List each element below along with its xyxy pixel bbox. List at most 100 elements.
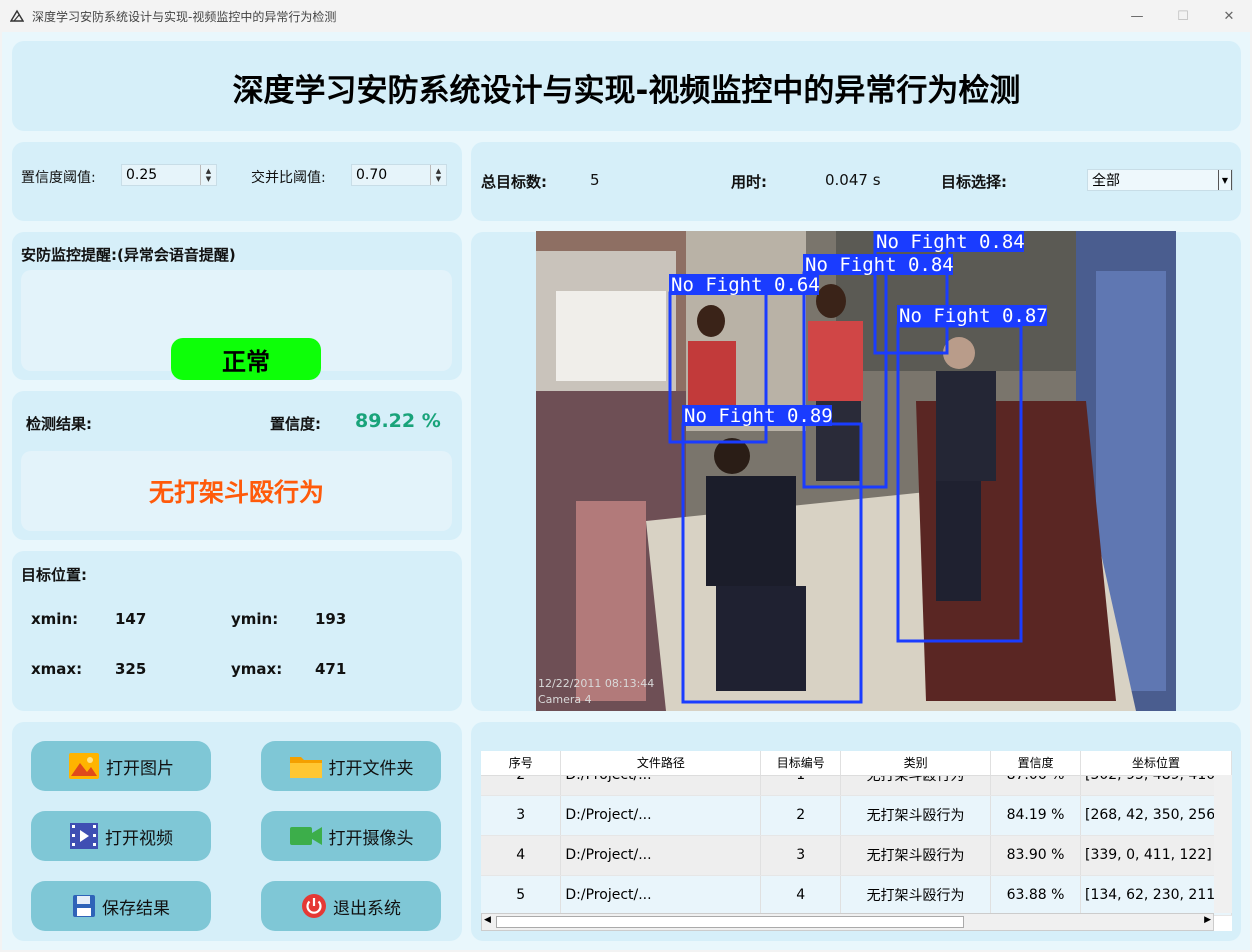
window-title: 深度学习安防系统设计与实现-视频监控中的异常行为检测 — [32, 9, 337, 24]
cell-target-id: 3 — [760, 835, 842, 876]
image-icon — [69, 753, 99, 779]
col-header-index[interactable]: 序号 — [481, 751, 562, 776]
cell-confidence: 83.90 % — [990, 835, 1081, 876]
exit-button[interactable]: 退出系统 — [261, 881, 441, 931]
spin-arrows-icon[interactable]: ▲ ▼ — [200, 165, 216, 185]
col-header-confidence[interactable]: 置信度 — [990, 751, 1082, 776]
image-timestamp: 12/22/2011 08:13:44 — [538, 677, 654, 690]
col-header-target-id[interactable]: 目标编号 — [760, 751, 842, 776]
header-panel: 深度学习安防系统设计与实现-视频监控中的异常行为检测 — [12, 41, 1241, 131]
iou-threshold-spinbox[interactable]: 0.70 ▲ ▼ — [351, 164, 447, 186]
ymin-value: 193 — [315, 610, 347, 628]
page-title: 深度学习安防系统设计与实现-视频监控中的异常行为检测 — [232, 73, 1021, 109]
detection-label: No Fight 0.84 — [805, 254, 954, 276]
open-image-button[interactable]: 打开图片 — [31, 741, 211, 791]
video-icon — [70, 823, 98, 849]
position-panel: 目标位置: xmin: 147 ymin: 193 xmax: 325 ymax… — [12, 551, 462, 711]
total-targets-label: 总目标数: — [481, 173, 547, 191]
detection-label: No Fight 0.64 — [671, 274, 820, 296]
ymin-label: ymin: — [231, 610, 279, 628]
result-label: 检测结果: — [26, 415, 92, 433]
table-body: 2 D:/Project/... 1 无打架斗殴行为 87.06 % [502,… — [481, 755, 1232, 916]
save-button[interactable]: 保存结果 — [31, 881, 211, 931]
open-folder-button[interactable]: 打开文件夹 — [261, 741, 441, 791]
folder-icon — [289, 757, 322, 778]
open-video-button[interactable]: 打开视频 — [31, 811, 211, 861]
xmax-label: xmax: — [31, 660, 83, 678]
table-vertical-scrollbar[interactable] — [1214, 775, 1232, 913]
cell-confidence: 84.19 % — [990, 795, 1081, 836]
table-header-overlay: 序号 文件路径 目标编号 类别 置信度 坐标位置 — [481, 751, 1232, 776]
total-targets-value: 5 — [590, 171, 600, 189]
ymax-value: 471 — [315, 660, 347, 678]
save-label: 保存结果 — [102, 898, 170, 919]
chevron-down-icon[interactable]: ▼ — [1218, 170, 1232, 190]
open-camera-label: 打开摄像头 — [328, 828, 414, 849]
conf-threshold-value: 0.25 — [126, 167, 158, 183]
xmin-value: 147 — [115, 610, 147, 628]
detection-label: No Fight 0.89 — [684, 405, 833, 427]
cell-index: 3 — [481, 795, 562, 836]
cell-class: 无打架斗殴行为 — [840, 795, 992, 836]
scrollbar-thumb[interactable] — [496, 916, 964, 928]
exit-label: 退出系统 — [333, 898, 401, 919]
spin-arrows-icon[interactable]: ▲ ▼ — [430, 165, 446, 185]
xmax-value: 325 — [115, 660, 147, 678]
cell-coords: [339, 0, 411, 122] — [1080, 835, 1232, 876]
cell-class: 无打架斗殴行为 — [840, 835, 992, 876]
cell-path: D:/Project/... — [560, 795, 762, 836]
alert-panel: 安防监控提醒:(异常会语音提醒) 正常 — [12, 232, 462, 380]
image-camera: Camera 4 — [538, 693, 592, 706]
target-select-label: 目标选择: — [941, 173, 1007, 191]
target-select-value: 全部 — [1092, 173, 1120, 189]
table-row[interactable]: 4 D:/Project/... 3 无打架斗殴行为 83.90 % [339,… — [481, 835, 1232, 876]
close-button[interactable]: ✕ — [1206, 0, 1252, 32]
confidence-value: 89.22 % — [355, 410, 441, 432]
detection-label: No Fight 0.84 — [876, 231, 1025, 253]
table-row[interactable]: 5 D:/Project/... 4 无打架斗殴行为 63.88 % [134,… — [481, 875, 1232, 916]
cell-path: D:/Project/... — [560, 875, 762, 916]
cell-coords: [268, 42, 350, 256] — [1080, 795, 1232, 836]
alert-inner: 正常 — [21, 270, 452, 380]
col-header-coords[interactable]: 坐标位置 — [1080, 751, 1232, 776]
open-image-label: 打开图片 — [106, 758, 174, 779]
app-icon — [10, 9, 24, 22]
cell-index: 4 — [481, 835, 562, 876]
conf-threshold-spinbox[interactable]: 0.25 ▲ ▼ — [121, 164, 217, 186]
col-header-path[interactable]: 文件路径 — [560, 751, 762, 776]
time-label: 用时: — [731, 173, 767, 191]
minimize-button[interactable]: — — [1114, 0, 1160, 32]
scroll-left-icon[interactable]: ◀ — [484, 915, 491, 925]
status-badge: 正常 — [171, 338, 321, 380]
cell-coords: [134, 62, 230, 211] — [1080, 875, 1232, 916]
target-select-combo[interactable]: 全部 ▼ — [1087, 169, 1233, 191]
result-panel: 检测结果: 置信度: 89.22 % 无打架斗殴行为 — [12, 391, 462, 540]
open-folder-label: 打开文件夹 — [328, 758, 414, 779]
result-inner: 无打架斗殴行为 — [21, 451, 452, 531]
table-horizontal-scrollbar[interactable]: ◀ ▶ — [481, 913, 1214, 931]
title-bar: 深度学习安防系统设计与实现-视频监控中的异常行为检测 — ☐ ✕ — [0, 0, 1252, 32]
scroll-right-icon[interactable]: ▶ — [1204, 915, 1211, 925]
conf-threshold-label: 置信度阈值: — [21, 170, 96, 186]
detection-label: No Fight 0.87 — [899, 305, 1048, 327]
maximize-button[interactable]: ☐ — [1160, 0, 1206, 32]
ymax-label: ymax: — [231, 660, 283, 678]
save-icon — [73, 895, 95, 917]
table-row[interactable]: 3 D:/Project/... 2 无打架斗殴行为 84.19 % [268,… — [481, 795, 1232, 836]
results-table[interactable]: 序号 文件路径 目标编号 类别 置信度 坐标位置 2 D:/Project/..… — [481, 751, 1232, 931]
position-title: 目标位置: — [21, 566, 87, 584]
xmin-label: xmin: — [31, 610, 79, 628]
cell-target-id: 4 — [760, 875, 842, 916]
iou-threshold-label: 交并比阈值: — [251, 170, 326, 186]
stats-panel: 总目标数: 5 用时: 0.047 s 目标选择: 全部 ▼ — [471, 142, 1241, 221]
col-header-class[interactable]: 类别 — [840, 751, 992, 776]
confidence-label: 置信度: — [270, 415, 321, 433]
cell-index: 5 — [481, 875, 562, 916]
cell-target-id: 2 — [760, 795, 842, 836]
cell-class: 无打架斗殴行为 — [840, 875, 992, 916]
buttons-panel: 打开图片 打开文件夹 打开视频 打开摄像头 保存结果 退出系统 — [12, 722, 462, 941]
power-icon — [302, 894, 326, 918]
params-panel: 置信度阈值: 0.25 ▲ ▼ 交并比阈值: 0.70 ▲ ▼ — [12, 142, 462, 221]
cell-confidence: 63.88 % — [990, 875, 1081, 916]
open-camera-button[interactable]: 打开摄像头 — [261, 811, 441, 861]
